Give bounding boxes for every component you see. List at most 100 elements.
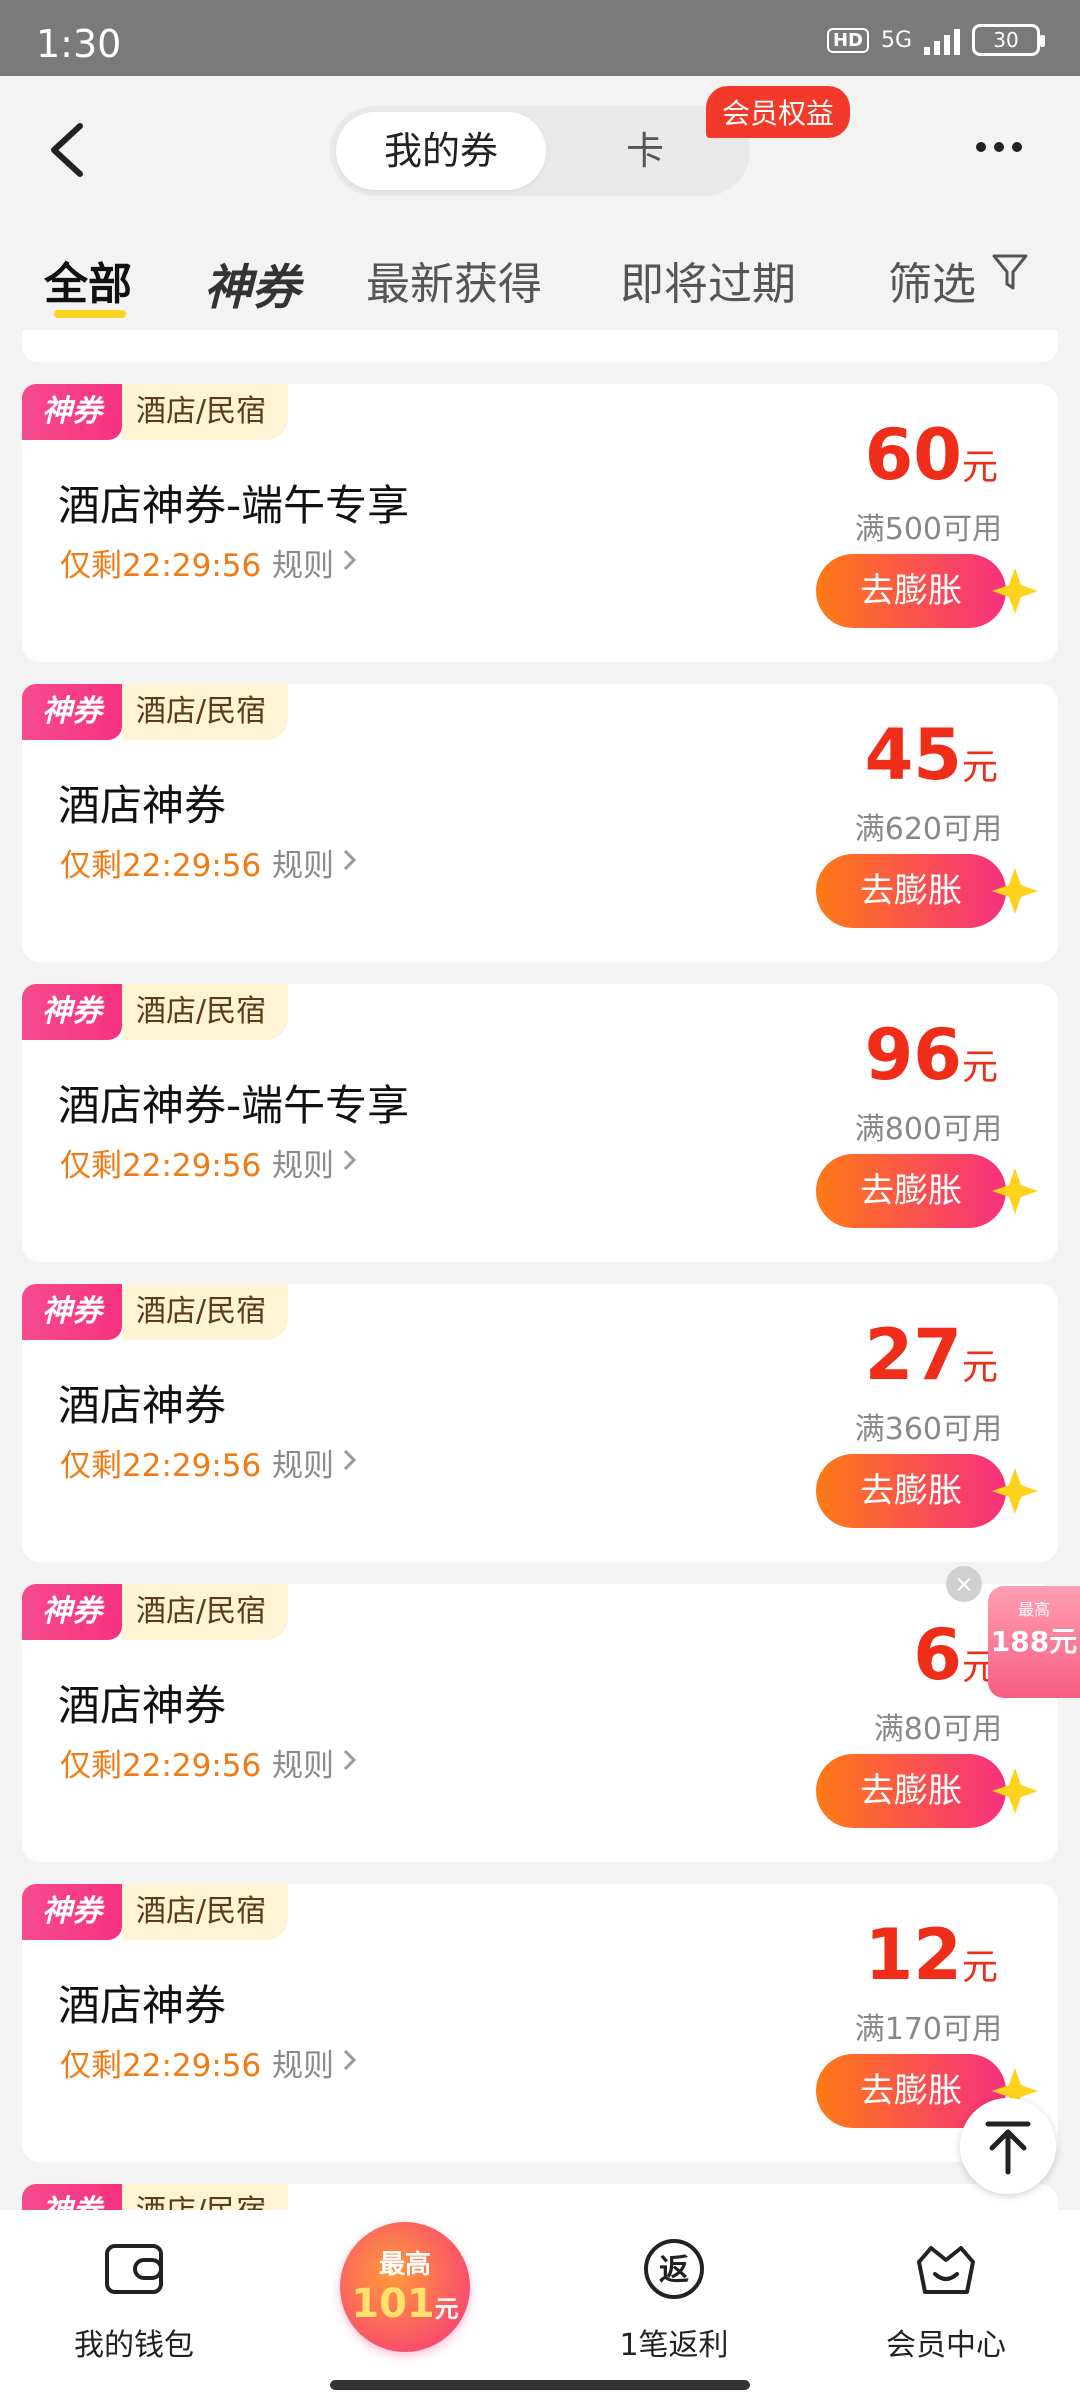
sparkle-star-icon xyxy=(992,1468,1038,1514)
nav-wallet[interactable]: 我的钱包 xyxy=(24,2234,244,2364)
bottom-nav: 我的钱包 最高 101元 返 1笔返利 会员中心 xyxy=(0,2210,1080,2408)
coupon-condition: 满170可用 xyxy=(854,2012,1002,2047)
coupon-card[interactable]: 神券 酒店/民宿 酒店神券 仅剩22:29:56 规则 27元 满360可用 去… xyxy=(22,1284,1058,1562)
countdown-text: 仅剩22:29:56 xyxy=(60,548,262,584)
wallet-label: 我的钱包 xyxy=(74,2328,194,2363)
god-coupon-badge: 神券 xyxy=(22,1284,122,1340)
coupon-title: 酒店神券 xyxy=(58,1981,227,2030)
tab-filter[interactable]: 筛选 xyxy=(888,248,976,312)
coupon-card-partial[interactable]: 神券 酒店/民宿 xyxy=(22,2184,1058,2210)
coupon-title: 酒店神券 xyxy=(58,1381,227,1430)
category-badge: 酒店/民宿 xyxy=(122,2184,289,2210)
vip-benefits-badge[interactable]: 会员权益 xyxy=(706,86,851,138)
coupon-amount: 27元 xyxy=(864,1314,998,1396)
coupon-card[interactable]: 神券 酒店/民宿 酒店神券 仅剩22:29:56 规则 45元 满620可用 去… xyxy=(22,684,1058,962)
coupon-title: 酒店神券-端午专享 xyxy=(58,481,410,530)
sparkle-star-icon xyxy=(992,1168,1038,1214)
expand-coupon-button[interactable]: 去膨胀 xyxy=(816,1754,1006,1828)
tab-my-coupons[interactable]: 我的券 xyxy=(336,112,546,190)
sparkle-star-icon xyxy=(992,568,1038,614)
coupon-amount: 45元 xyxy=(864,714,998,796)
countdown-text: 仅剩22:29:56 xyxy=(60,1448,262,1484)
god-coupon-badge: 神券 xyxy=(22,684,122,740)
rule-link[interactable]: 规则 xyxy=(272,840,334,885)
expand-coupon-button[interactable]: 去膨胀 xyxy=(816,1154,1006,1228)
center-line1: 最高 xyxy=(378,2250,431,2280)
category-badge: 酒店/民宿 xyxy=(122,984,289,1040)
rule-link[interactable]: 规则 xyxy=(272,2040,334,2085)
battery-icon: 30 xyxy=(972,24,1045,56)
sparkle-star-icon xyxy=(992,868,1038,914)
rule-link[interactable]: 规则 xyxy=(272,1440,334,1485)
svg-text:返: 返 xyxy=(659,2253,689,2288)
coupon-card[interactable]: 神券 酒店/民宿 酒店神券 仅剩22:29:56 规则 12元 满170可用 去… xyxy=(22,1884,1058,2162)
status-icons: HD 5G 30 xyxy=(826,24,1045,56)
coupon-card-switch: 我的券 卡 xyxy=(330,106,750,196)
floating-promo[interactable]: 最高 188元 xyxy=(988,1586,1080,1698)
countdown-text: 仅剩22:29:56 xyxy=(60,848,262,884)
top-header: 我的券 卡 会员权益 xyxy=(0,76,1080,226)
god-coupon-badge: 神券 xyxy=(22,984,122,1040)
sparkle-star-icon xyxy=(992,1768,1038,1814)
coupon-title: 酒店神券 xyxy=(58,781,227,830)
god-coupon-badge: 神券 xyxy=(22,1584,122,1640)
coupon-title: 酒店神券 xyxy=(58,1681,227,1730)
category-badge: 酒店/民宿 xyxy=(122,384,289,440)
chevron-right-icon xyxy=(343,2049,357,2071)
coupon-list: 神券 酒店/民宿 酒店神券-端午专享 仅剩22:29:56 规则 60元 满50… xyxy=(0,330,1080,2210)
promo-line1: 最高 xyxy=(1017,1600,1050,1619)
nav-member-center[interactable]: 会员中心 xyxy=(836,2234,1056,2364)
god-coupon-badge: 神券 xyxy=(22,384,122,440)
countdown-text: 仅剩22:29:56 xyxy=(60,1748,262,1784)
crown-basket-icon xyxy=(917,2246,975,2294)
tab-newest[interactable]: 最新获得 xyxy=(366,248,542,312)
network-label: 5G xyxy=(880,27,912,53)
expand-coupon-button[interactable]: 去膨胀 xyxy=(816,854,1006,928)
coupon-title: 酒店神券-端午专享 xyxy=(58,1081,410,1130)
chevron-right-icon xyxy=(343,1749,357,1771)
rebate-icon: 返 xyxy=(644,2239,704,2299)
more-menu-icon[interactable] xyxy=(976,142,1022,152)
expand-coupon-button[interactable]: 去膨胀 xyxy=(816,1454,1006,1528)
center-amount: 101元 xyxy=(351,2281,459,2327)
tab-god-coupons[interactable]: 神券 xyxy=(204,248,300,318)
status-bar: 1:30 HD 5G 30 xyxy=(0,0,1080,76)
back-to-top-icon[interactable] xyxy=(960,2098,1056,2194)
coupon-amount: 6元 xyxy=(913,1614,998,1696)
rule-link[interactable]: 规则 xyxy=(272,540,334,585)
tab-expiring[interactable]: 即将过期 xyxy=(620,248,796,312)
rule-link[interactable]: 规则 xyxy=(272,1140,334,1185)
promo-line2: 188元 xyxy=(990,1625,1078,1658)
filter-icon[interactable] xyxy=(990,250,1030,294)
coupon-card[interactable]: 神券 酒店/民宿 酒店神券-端午专享 仅剩22:29:56 规则 60元 满50… xyxy=(22,384,1058,662)
rule-link[interactable]: 规则 xyxy=(272,1740,334,1785)
coupon-card[interactable]: 神券 酒店/民宿 酒店神券 仅剩22:29:56 规则 6元 满80可用 去膨胀 xyxy=(22,1584,1058,1862)
coupon-amount: 96元 xyxy=(864,1014,998,1096)
filter-tabs: 全部 神券 最新获得 即将过期 筛选 xyxy=(0,226,1080,330)
chevron-right-icon xyxy=(343,1449,357,1471)
close-icon[interactable]: × xyxy=(946,1566,982,1602)
nav-rebate[interactable]: 返 1笔返利 xyxy=(564,2234,784,2364)
coupon-condition: 满500可用 xyxy=(854,512,1002,547)
category-badge: 酒店/民宿 xyxy=(122,1584,289,1640)
rebate-label: 1笔返利 xyxy=(619,2328,729,2363)
chevron-right-icon xyxy=(343,849,357,871)
coupon-card[interactable]: 神券 酒店/民宿 酒店神券-端午专享 仅剩22:29:56 规则 96元 满80… xyxy=(22,984,1058,1262)
home-indicator xyxy=(330,2380,750,2390)
list-item-partial xyxy=(22,330,1058,362)
god-coupon-badge: 神券 xyxy=(22,1884,122,1940)
coupon-condition: 满800可用 xyxy=(854,1112,1002,1147)
expand-coupon-button[interactable]: 去膨胀 xyxy=(816,554,1006,628)
category-badge: 酒店/民宿 xyxy=(122,1284,289,1340)
coupon-condition: 满360可用 xyxy=(854,1412,1002,1447)
coupon-condition: 满80可用 xyxy=(873,1712,1002,1747)
back-icon[interactable] xyxy=(44,120,94,180)
chevron-right-icon xyxy=(343,1149,357,1171)
chevron-right-icon xyxy=(343,549,357,571)
status-time: 1:30 xyxy=(36,22,122,66)
signal-icon xyxy=(924,25,960,55)
god-coupon-badge: 神券 xyxy=(22,2184,122,2210)
max-reward-button[interactable]: 最高 101元 xyxy=(340,2222,470,2352)
category-badge: 酒店/民宿 xyxy=(122,684,289,740)
tab-all[interactable]: 全部 xyxy=(44,248,132,312)
